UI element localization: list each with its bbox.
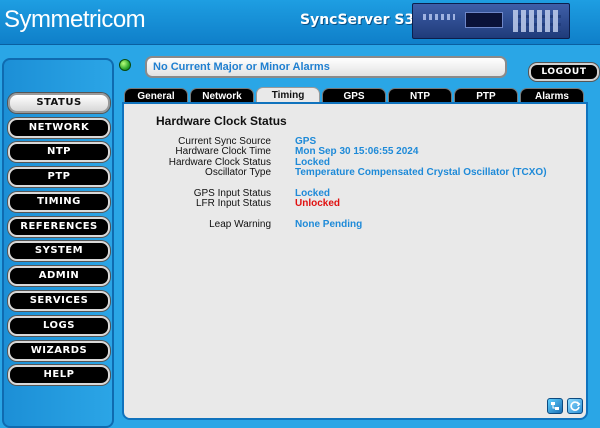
- tab-network[interactable]: Network: [190, 88, 254, 103]
- alarm-status-led: [119, 59, 131, 71]
- nav-logs[interactable]: LOGS: [8, 316, 110, 336]
- field-label: Leap Warning: [209, 219, 271, 230]
- tab-ntp[interactable]: NTP: [388, 88, 452, 103]
- nav-ptp[interactable]: PTP: [8, 167, 110, 187]
- nav-services[interactable]: SERVICES: [8, 291, 110, 311]
- tab-general[interactable]: General: [124, 88, 188, 103]
- field-value-alert: Unlocked: [295, 198, 341, 209]
- field-value: Mon Sep 30 15:06:55 2024: [295, 146, 419, 157]
- field-value: Temperature Compensated Crystal Oscillat…: [295, 167, 547, 178]
- content-panel: Hardware Clock Status Current Sync Sourc…: [122, 102, 588, 420]
- nav-help[interactable]: HELP: [8, 365, 110, 385]
- field-label: LFR Input Status: [195, 198, 271, 209]
- nav-wizards[interactable]: WIZARDS: [8, 341, 110, 361]
- tab-ptp[interactable]: PTP: [454, 88, 518, 103]
- tab-alarms[interactable]: Alarms: [520, 88, 584, 103]
- logo: Symmetricom: [4, 6, 146, 33]
- field-label: Hardware Clock Time: [175, 146, 271, 157]
- field-value: None Pending: [295, 219, 363, 230]
- alarm-status-bar: No Current Major or Minor Alarms: [145, 56, 507, 78]
- nav-references[interactable]: REFERENCES: [8, 217, 110, 237]
- sidebar: STATUS NETWORK NTP PTP TIMING REFERENCES…: [2, 58, 114, 428]
- nav-admin[interactable]: ADMIN: [8, 266, 110, 286]
- header-bar: Symmetricom SyncServer S300: [0, 0, 600, 45]
- device-image: [412, 3, 570, 39]
- section-title: Hardware Clock Status: [156, 114, 287, 128]
- nav-ntp[interactable]: NTP: [8, 142, 110, 162]
- tab-gps[interactable]: GPS: [322, 88, 386, 103]
- nav-timing[interactable]: TIMING: [8, 192, 110, 212]
- logout-button[interactable]: LOGOUT: [529, 63, 599, 81]
- tree-icon[interactable]: [547, 398, 563, 414]
- nav-status[interactable]: STATUS: [8, 93, 110, 113]
- field-label: Oscillator Type: [205, 167, 271, 178]
- nav-network[interactable]: NETWORK: [8, 118, 110, 138]
- nav-system[interactable]: SYSTEM: [8, 241, 110, 261]
- refresh-icon[interactable]: [567, 398, 583, 414]
